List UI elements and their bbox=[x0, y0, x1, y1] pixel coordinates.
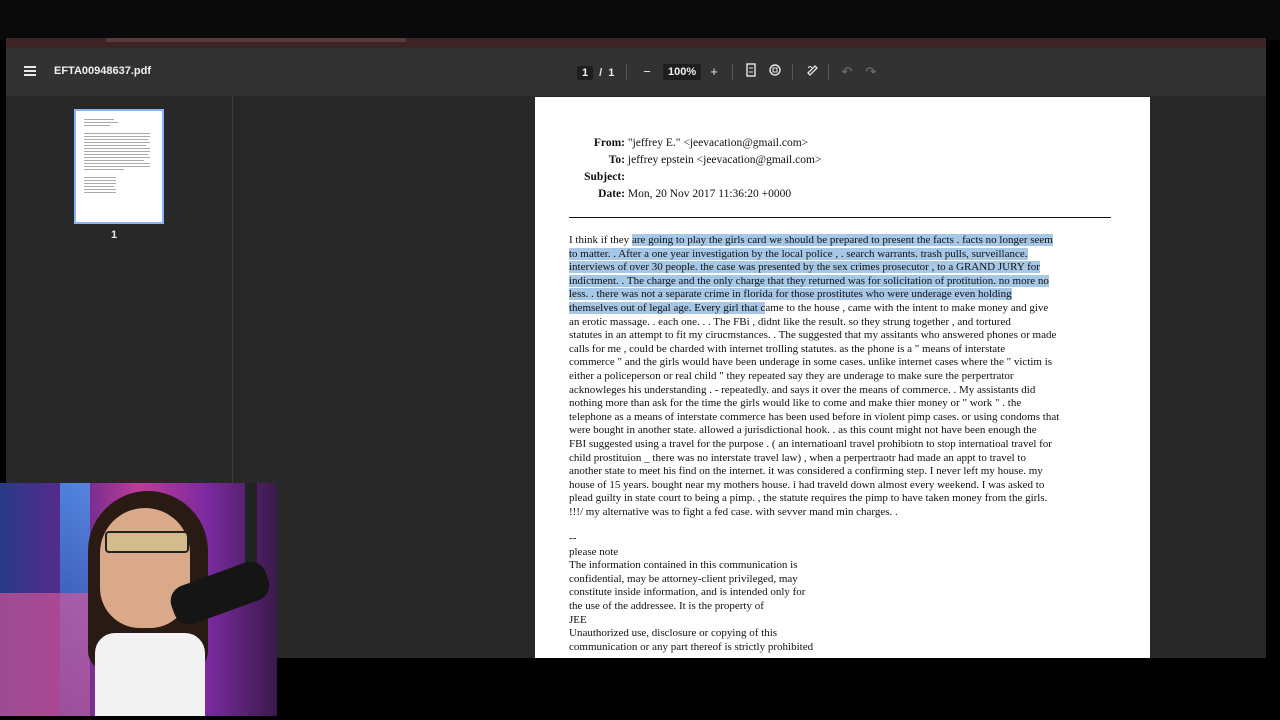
body-line: house of 15 years. bought near my mother… bbox=[569, 479, 1119, 493]
body-line: FBI suggested using a travel for the pur… bbox=[569, 438, 1119, 452]
pdf-toolbar: EFTA00948637.pdf 1 / 1 − 100% + ↶ ↷ bbox=[6, 48, 1266, 96]
page-number-input[interactable]: 1 bbox=[577, 66, 594, 80]
zoom-input[interactable]: 100% bbox=[663, 64, 702, 80]
email-to-row: To: jeffrey epstein <jeevacation@gmail.c… bbox=[575, 154, 822, 166]
text-selection-highlight: interviews of over 30 people. the case w… bbox=[569, 261, 1040, 274]
body-text-plain: statutes in an attempt to fit my cirucms… bbox=[569, 329, 1057, 342]
body-line: another state to meet his find on the in… bbox=[569, 465, 1119, 479]
body-text-plain: !!!/ my alternative was to fight a fed c… bbox=[569, 505, 898, 518]
to-value: jeffrey epstein <jeevacation@gmail.com> bbox=[627, 154, 822, 166]
video-top-bar bbox=[0, 0, 1280, 40]
body-text-plain: an erotic massage. . each one. . . The F… bbox=[569, 315, 1011, 328]
fit-page-icon[interactable] bbox=[742, 63, 760, 81]
header-rule bbox=[569, 217, 1111, 218]
from-label: From: bbox=[593, 137, 625, 149]
body-line: statutes in an attempt to fit my cirucms… bbox=[569, 329, 1119, 343]
to-label: To: bbox=[608, 154, 625, 166]
body-line: commerce " and the girls would have been… bbox=[569, 356, 1119, 370]
page-separator: / bbox=[599, 67, 603, 79]
body-text-plain: ame to the house , came with the intent … bbox=[765, 301, 1049, 314]
page-indicator: 1 / 1 bbox=[577, 64, 614, 82]
menu-icon[interactable] bbox=[24, 66, 36, 76]
body-text-plain: acknowleges his understanding . - repeat… bbox=[569, 383, 1036, 396]
annotate-icon[interactable] bbox=[804, 63, 822, 81]
body-line: an erotic massage. . each one. . . The F… bbox=[569, 316, 1119, 330]
thumbnail-page-number: 1 bbox=[111, 229, 118, 241]
subject-label: Subject: bbox=[584, 171, 625, 183]
toolbar-divider bbox=[792, 64, 793, 80]
body-text-plain: telephone as a means of interstate comme… bbox=[569, 410, 1060, 423]
signature-line: -- bbox=[569, 532, 577, 544]
body-line: indictment. . The charge and the only ch… bbox=[569, 274, 1119, 289]
body-line: acknowleges his understanding . - repeat… bbox=[569, 384, 1119, 398]
body-line: nothing more than ask for the time the g… bbox=[569, 397, 1119, 411]
body-text-plain: I think if they bbox=[569, 234, 632, 246]
webcam-overlay bbox=[0, 483, 277, 716]
body-text-plain: were bought in another state. allowed a … bbox=[569, 424, 1037, 437]
signature-line: JEE bbox=[569, 613, 587, 626]
body-text-plain: either a policeperson or real child " th… bbox=[569, 369, 1014, 382]
text-selection-highlight: themselves out of legal age. Every girl … bbox=[569, 301, 766, 314]
text-selection-highlight: less. . there was not a separate crime i… bbox=[569, 288, 1012, 301]
email-signature: -- please note The information contained … bbox=[569, 532, 1119, 654]
body-text-plain: FBI suggested using a travel for the pur… bbox=[569, 437, 1052, 450]
body-line: to matter. . After a one year investigat… bbox=[569, 247, 1119, 262]
body-line: less. . there was not a separate crime i… bbox=[569, 288, 1119, 302]
toolbar-divider bbox=[626, 64, 627, 80]
date-label: Date: bbox=[598, 188, 625, 200]
signature-line: the use of the addressee. It is the prop… bbox=[569, 599, 764, 612]
date-value: Mon, 20 Nov 2017 11:36:20 +0000 bbox=[627, 188, 792, 200]
rotate-icon[interactable] bbox=[766, 63, 784, 81]
toolbar-divider bbox=[828, 64, 829, 80]
text-selection-highlight: are going to play the girls card we shou… bbox=[631, 234, 1053, 246]
redo-icon[interactable]: ↷ bbox=[862, 63, 880, 81]
body-line: !!!/ my alternative was to fight a fed c… bbox=[569, 506, 1119, 520]
body-line: telephone as a means of interstate comme… bbox=[569, 411, 1119, 425]
streamer-shirt bbox=[95, 633, 205, 716]
tab-blur bbox=[106, 38, 406, 42]
body-line: interviews of over 30 people. the case w… bbox=[569, 261, 1119, 275]
body-text-plain: child prostituion _ there was no interst… bbox=[569, 451, 1026, 464]
body-text-plain: calls for me , could be charded with int… bbox=[569, 342, 1006, 355]
body-line: child prostituion _ there was no interst… bbox=[569, 452, 1119, 466]
email-subject-row: Subject: bbox=[575, 171, 625, 183]
body-line: themselves out of legal age. Every girl … bbox=[569, 301, 1119, 316]
body-line: were bought in another state. allowed a … bbox=[569, 424, 1119, 438]
from-value: "jeffrey E." <jeevacation@gmail.com> bbox=[627, 137, 809, 149]
signature-line: The information contained in this commun… bbox=[569, 559, 798, 572]
email-date-row: Date: Mon, 20 Nov 2017 11:36:20 +0000 bbox=[575, 188, 791, 200]
signature-line: please note bbox=[569, 545, 619, 558]
background-decor bbox=[0, 593, 90, 716]
pdf-page: From: "jeffrey E." <jeevacation@gmail.co… bbox=[535, 97, 1150, 658]
body-line: plead guilty in state court to being a p… bbox=[569, 492, 1119, 506]
body-text-plain: nothing more than ask for the time the g… bbox=[569, 397, 1022, 410]
signature-line: communication or any part thereof is str… bbox=[569, 640, 814, 653]
toolbar-divider bbox=[732, 64, 733, 80]
zoom-in-icon[interactable]: + bbox=[705, 63, 723, 81]
text-selection-highlight: to matter. . After a one year investigat… bbox=[569, 247, 1028, 260]
signature-line: Unauthorized use, disclosure or copying … bbox=[569, 627, 778, 640]
body-text-plain: another state to meet his find on the in… bbox=[569, 465, 1043, 478]
undo-icon[interactable]: ↶ bbox=[838, 63, 856, 81]
body-text-plain: house of 15 years. bought near my mother… bbox=[569, 478, 1045, 491]
body-text-plain: plead guilty in state court to being a p… bbox=[569, 492, 1048, 505]
body-line: I think if they are going to play the gi… bbox=[569, 234, 1119, 248]
body-line: calls for me , could be charded with int… bbox=[569, 343, 1119, 357]
body-line: either a policeperson or real child " th… bbox=[569, 370, 1119, 384]
signature-line: constitute inside information, and is in… bbox=[569, 586, 806, 599]
glasses bbox=[105, 531, 189, 553]
file-name: EFTA00948637.pdf bbox=[54, 65, 152, 77]
email-body[interactable]: I think if they are going to play the gi… bbox=[569, 234, 1119, 519]
mic-arm bbox=[245, 483, 257, 573]
page-total: 1 bbox=[608, 67, 615, 79]
signature-line: confidential, may be attorney-client pri… bbox=[569, 572, 798, 585]
page-thumbnail[interactable] bbox=[74, 109, 164, 224]
text-selection-highlight: indictment. . The charge and the only ch… bbox=[569, 274, 1049, 287]
zoom-out-icon[interactable]: − bbox=[638, 63, 656, 81]
browser-tab-strip bbox=[6, 38, 1266, 48]
email-from-row: From: "jeffrey E." <jeevacation@gmail.co… bbox=[575, 137, 808, 149]
body-text-plain: commerce " and the girls would have been… bbox=[569, 356, 1053, 369]
